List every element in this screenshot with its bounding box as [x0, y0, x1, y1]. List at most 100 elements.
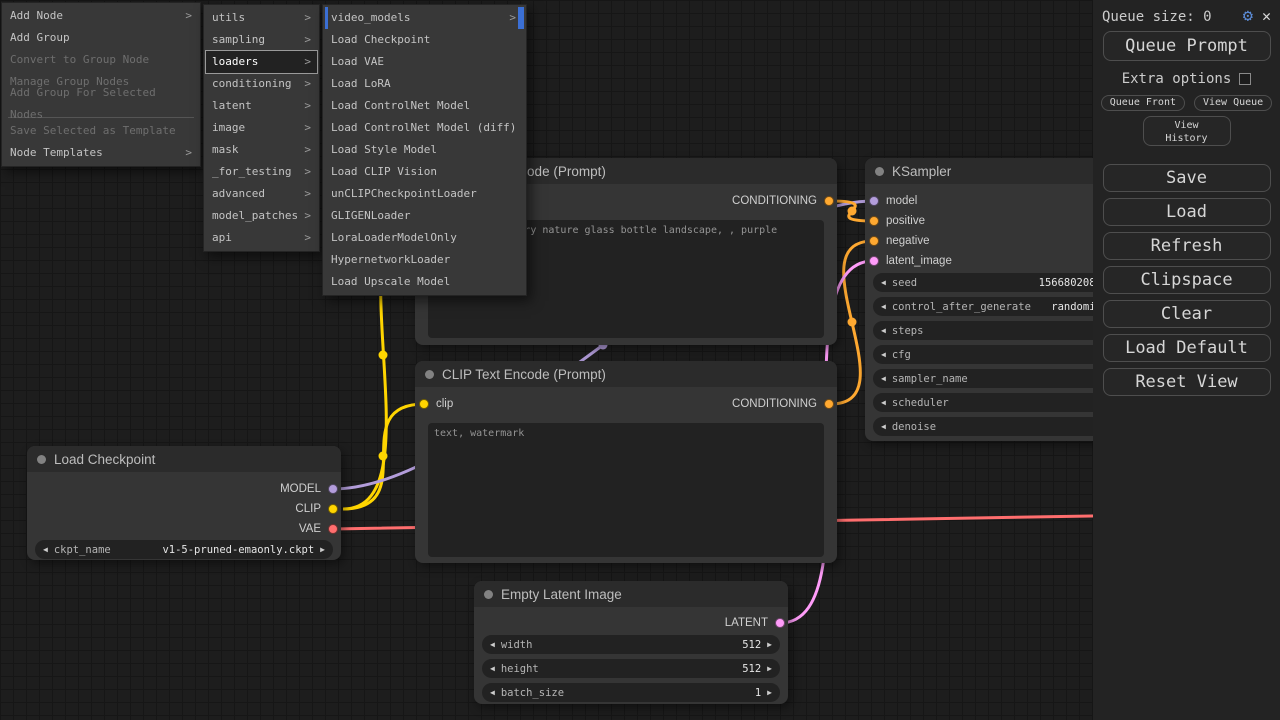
menu-item-load-style-model[interactable]: Load Style Model [325, 139, 524, 161]
collapse-dot-icon[interactable] [875, 167, 884, 176]
widget-height[interactable]: ◀ height 512 ▶ [482, 659, 780, 678]
input-slot-latent-image[interactable]: latent_image [869, 253, 952, 269]
menu-item-load-controlnet-model-diff[interactable]: Load ControlNet Model (diff) [325, 117, 524, 139]
collapse-dot-icon[interactable] [37, 455, 46, 464]
decrement-arrow-icon[interactable]: ◀ [490, 688, 495, 697]
widget-batch-size[interactable]: ◀ batch_size 1 ▶ [482, 683, 780, 702]
decrement-arrow-icon[interactable]: ◀ [881, 302, 886, 311]
output-slot-model[interactable]: MODEL [280, 481, 338, 497]
menu-item-unclip-checkpoint-loader[interactable]: unCLIPCheckpointLoader [325, 183, 524, 205]
decrement-arrow-icon[interactable]: ◀ [881, 326, 886, 335]
node-title-bar[interactable]: Empty Latent Image [474, 581, 788, 607]
collapse-dot-icon[interactable] [425, 370, 434, 379]
queue-front-button[interactable]: Queue Front [1101, 95, 1185, 111]
widget-steps[interactable]: ◀ steps ▶ [873, 321, 1127, 340]
load-button[interactable]: Load [1103, 198, 1271, 226]
view-history-button[interactable]: View History [1143, 116, 1231, 146]
slot-dot-model[interactable] [869, 196, 879, 206]
menu-item-node-templates[interactable]: Node Templates > [4, 142, 198, 164]
node-load-checkpoint[interactable]: Load Checkpoint MODEL CLIP VAE ◀ ckpt_na… [27, 446, 341, 560]
collapse-dot-icon[interactable] [484, 590, 493, 599]
menu-item-utils[interactable]: utils > [206, 7, 317, 29]
decrement-arrow-icon[interactable]: ◀ [490, 640, 495, 649]
decrement-arrow-icon[interactable]: ◀ [881, 422, 886, 431]
slot-dot-clip[interactable] [328, 504, 338, 514]
menu-item-load-clip-vision[interactable]: Load CLIP Vision [325, 161, 524, 183]
menu-item-load-lora[interactable]: Load LoRA [325, 73, 524, 95]
increment-arrow-icon[interactable]: ▶ [767, 688, 772, 697]
widget-ckpt-name[interactable]: ◀ ckpt_name v1-5-pruned-emaonly.ckpt ▶ [35, 540, 333, 559]
save-button[interactable]: Save [1103, 164, 1271, 192]
menu-item-load-vae[interactable]: Load VAE [325, 51, 524, 73]
decrement-arrow-icon[interactable]: ◀ [881, 398, 886, 407]
widget-sampler-name[interactable]: ◀ sampler_name ▶ [873, 369, 1127, 388]
slot-dot-conditioning[interactable] [824, 399, 834, 409]
slot-dot-conditioning[interactable] [869, 236, 879, 246]
output-slot-conditioning[interactable]: CONDITIONING [732, 193, 834, 209]
menu-item-loaders[interactable]: loaders > [206, 51, 317, 73]
reset-view-button[interactable]: Reset View [1103, 368, 1271, 396]
slot-dot-conditioning[interactable] [824, 196, 834, 206]
menu-item-latent[interactable]: latent > [206, 95, 317, 117]
slot-dot-latent[interactable] [869, 256, 879, 266]
slot-dot-model[interactable] [328, 484, 338, 494]
input-slot-clip[interactable]: clip [419, 396, 453, 412]
input-slot-negative[interactable]: negative [869, 233, 929, 249]
menu-item-for-testing[interactable]: _for_testing > [206, 161, 317, 183]
node-clip-text-encode-negative[interactable]: CLIP Text Encode (Prompt) clip CONDITION… [415, 361, 837, 563]
menu-item-advanced[interactable]: advanced > [206, 183, 317, 205]
slot-dot-vae[interactable] [328, 524, 338, 534]
menu-item-model-patches[interactable]: model_patches > [206, 205, 317, 227]
widget-control-after-generate[interactable]: ◀ control_after_generate randomize ▶ [873, 297, 1127, 316]
menu-item-load-upscale-model[interactable]: Load Upscale Model [325, 271, 524, 293]
widget-seed[interactable]: ◀ seed 15668020871 ▶ [873, 273, 1127, 292]
queue-prompt-button[interactable]: Queue Prompt [1103, 31, 1271, 61]
close-icon[interactable]: ✕ [1262, 9, 1271, 24]
graph-canvas[interactable]: Load Checkpoint MODEL CLIP VAE ◀ ckpt_na… [0, 0, 1280, 720]
decrement-arrow-icon[interactable]: ◀ [881, 278, 886, 287]
widget-scheduler[interactable]: ◀ scheduler ▶ [873, 393, 1127, 412]
menu-item-add-node[interactable]: Add Node > [4, 5, 198, 27]
menu-item-load-controlnet-model[interactable]: Load ControlNet Model [325, 95, 524, 117]
node-title-bar[interactable]: CLIP Text Encode (Prompt) [415, 361, 837, 387]
decrement-arrow-icon[interactable]: ◀ [881, 350, 886, 359]
menu-item-mask[interactable]: mask > [206, 139, 317, 161]
menu-item-load-checkpoint[interactable]: Load Checkpoint [325, 29, 524, 51]
menu-item-add-group-for-selected-nodes[interactable]: Add Group For Selected Nodes [4, 93, 198, 115]
increment-arrow-icon[interactable]: ▶ [767, 640, 772, 649]
decrement-arrow-icon[interactable]: ◀ [43, 545, 48, 554]
menu-item-video-models[interactable]: video_models > [325, 7, 524, 29]
widget-width[interactable]: ◀ width 512 ▶ [482, 635, 780, 654]
decrement-arrow-icon[interactable]: ◀ [490, 664, 495, 673]
menu-item-sampling[interactable]: sampling > [206, 29, 317, 51]
slot-dot-clip[interactable] [419, 399, 429, 409]
input-slot-model[interactable]: model [869, 193, 917, 209]
settings-gear-icon[interactable]: ⚙ [1243, 8, 1253, 25]
output-slot-latent[interactable]: LATENT [725, 615, 785, 631]
clipspace-button[interactable]: Clipspace [1103, 266, 1271, 294]
menu-item-api[interactable]: api > [206, 227, 317, 249]
refresh-button[interactable]: Refresh [1103, 232, 1271, 260]
menu-item-hypernetwork-loader[interactable]: HypernetworkLoader [325, 249, 524, 271]
slot-dot-latent[interactable] [775, 618, 785, 628]
menu-item-gligen-loader[interactable]: GLIGENLoader [325, 205, 524, 227]
menu-item-lora-loader-model-only[interactable]: LoraLoaderModelOnly [325, 227, 524, 249]
widget-cfg[interactable]: ◀ cfg ▶ [873, 345, 1127, 364]
slot-dot-conditioning[interactable] [869, 216, 879, 226]
input-slot-positive[interactable]: positive [869, 213, 925, 229]
increment-arrow-icon[interactable]: ▶ [767, 664, 772, 673]
increment-arrow-icon[interactable]: ▶ [320, 545, 325, 554]
prompt-textarea[interactable]: text, watermark [428, 423, 824, 557]
node-title-bar[interactable]: Load Checkpoint [27, 446, 341, 472]
menu-item-conditioning[interactable]: conditioning > [206, 73, 317, 95]
extra-options-checkbox[interactable] [1239, 73, 1251, 85]
menu-item-save-selected-as-template[interactable]: Save Selected as Template [4, 120, 198, 142]
view-queue-button[interactable]: View Queue [1194, 95, 1272, 111]
output-slot-conditioning[interactable]: CONDITIONING [732, 396, 834, 412]
node-empty-latent-image[interactable]: Empty Latent Image LATENT ◀ width 512 ▶ … [474, 581, 788, 704]
output-slot-clip[interactable]: CLIP [295, 501, 338, 517]
widget-denoise[interactable]: ◀ denoise ▶ [873, 417, 1127, 436]
menu-item-convert-to-group-node[interactable]: Convert to Group Node [4, 49, 198, 71]
output-slot-vae[interactable]: VAE [299, 521, 338, 537]
menu-item-add-group[interactable]: Add Group [4, 27, 198, 49]
